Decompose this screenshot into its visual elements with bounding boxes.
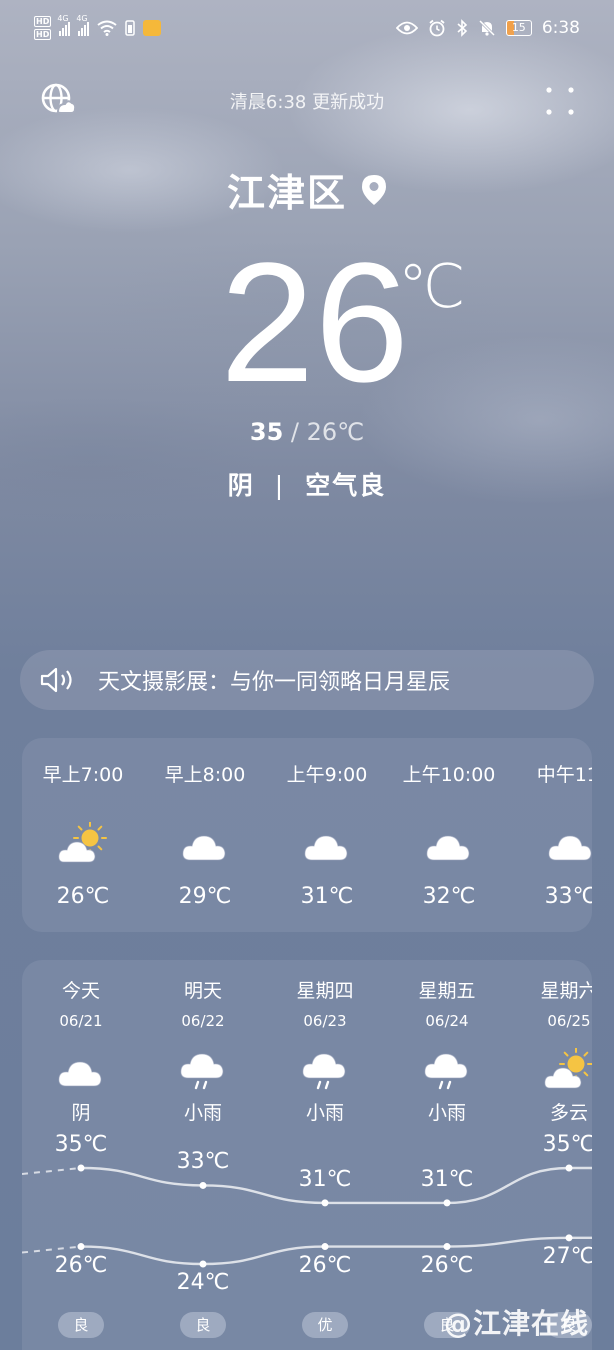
signal-icon-1: 4G [57, 14, 71, 36]
mute-bell-icon [478, 19, 495, 37]
high-temp-label: 31℃ [420, 1166, 474, 1192]
battery-icon: 15 [505, 20, 532, 36]
hourly-time: 上午10:00 [402, 764, 496, 786]
status-right: 15 6:38 [395, 18, 580, 38]
aqi-badge: 优 [302, 1312, 348, 1338]
hd-badge-2: HD [34, 29, 52, 40]
cloud-icon [424, 822, 474, 866]
hourly-item: 上午9:00 31℃ [266, 738, 388, 932]
high-temp-label: 35℃ [54, 1132, 108, 1157]
city-selector[interactable]: 江津区 [0, 162, 614, 217]
day-condition: 小雨 [305, 1102, 344, 1124]
temperature-unit: ℃ [398, 252, 466, 322]
low-temp-label: 27℃ [542, 1243, 592, 1269]
sim-icon [125, 20, 136, 36]
hourly-temp: 32℃ [422, 884, 476, 909]
network-type-1: 4G [57, 14, 69, 23]
update-status-text: 清晨6:38 更新成功 [229, 92, 385, 113]
notice-banner[interactable]: 天文摄影展：与你一同领略日月星辰 [20, 650, 594, 710]
low-temp-label: 26℃ [420, 1252, 474, 1278]
hourly-item: 早上8:00 29℃ [144, 738, 266, 932]
partly-sunny-icon [58, 821, 108, 866]
current-temperature: 26 [220, 228, 410, 418]
mail-notification-icon [143, 20, 162, 36]
day-date: 06/24 [425, 1012, 469, 1030]
condition-row: 阴 | 空气良 [0, 466, 614, 502]
clock: 6:38 [541, 18, 580, 38]
air-quality[interactable]: 空气良 [305, 471, 386, 500]
aqi-badge: 良 [180, 1312, 226, 1338]
alarm-icon [429, 19, 445, 37]
hourly-temp: 31℃ [300, 884, 354, 909]
weather-condition: 阴 [227, 471, 255, 500]
hourly-item: 上午10:00 32℃ [388, 738, 510, 932]
hourly-time: 早上7:00 [42, 764, 124, 786]
range-separator: / [283, 418, 307, 446]
notice-text: 天文摄影展：与你一同领略日月星辰 [98, 670, 451, 695]
day-label: 今天 [61, 980, 100, 1002]
city-name: 江津区 [226, 171, 347, 215]
day-date: 06/22 [181, 1012, 225, 1030]
day-date: 06/21 [59, 1012, 103, 1030]
hourly-temp: 29℃ [178, 884, 232, 909]
low-temp-label: 24℃ [176, 1270, 230, 1295]
high-temperature: 35 [249, 418, 284, 446]
hd-badge-1: HD [34, 16, 52, 27]
light-rain-icon [422, 1048, 472, 1092]
hourly-temp: 26℃ [56, 884, 110, 909]
hourly-temp: 33℃ [544, 884, 592, 909]
low-temperature: 26℃ [306, 418, 365, 446]
day-label: 星期四 [296, 980, 354, 1002]
high-temp-label: 31℃ [298, 1166, 352, 1192]
day-label: 明天 [183, 980, 222, 1002]
day-label: 星期六 [540, 980, 592, 1002]
cloud-icon [180, 822, 230, 866]
partly-sunny-icon [544, 1047, 592, 1092]
signal-icon-2: 4G [76, 14, 90, 36]
day-label: 星期五 [418, 980, 476, 1002]
status-left: HD HD 4G 4G [34, 14, 162, 40]
cloud-icon [546, 822, 592, 866]
bluetooth-icon [457, 19, 467, 37]
condition-separator: | [274, 471, 286, 500]
day-condition: 阴 [71, 1102, 91, 1124]
day-condition: 小雨 [183, 1102, 222, 1124]
hd-badges: HD HD [34, 16, 52, 40]
location-pin-icon [362, 174, 386, 205]
hourly-item: 早上7:00 26℃ [22, 738, 144, 932]
day-date: 06/25 [547, 1012, 591, 1030]
eye-icon [395, 21, 418, 35]
wifi-icon [97, 20, 117, 36]
watermark: @江津在线 [444, 1307, 590, 1340]
aqi-badge: 良 [58, 1312, 104, 1338]
daily-item: 星期四 06/23 小雨 [264, 960, 386, 1350]
cloud-icon [56, 1048, 106, 1092]
day-condition: 小雨 [427, 1102, 466, 1124]
low-temp-label: 26℃ [54, 1252, 108, 1278]
day-date: 06/23 [303, 1012, 347, 1030]
hourly-time: 中午11: [536, 764, 592, 786]
hourly-item: 中午11: 33℃ [510, 738, 592, 932]
low-temp-label: 26℃ [298, 1252, 352, 1278]
daily-forecast-card[interactable]: 今天 06/21 阴 明天 06/22 小雨 星期四 06/23 小雨 星期五 06/24 小雨 星期六… [22, 960, 592, 1350]
hourly-time: 早上8:00 [164, 764, 246, 786]
network-type-2: 4G [76, 14, 88, 23]
high-temp-label: 33℃ [176, 1149, 230, 1175]
hourly-time: 上午9:00 [286, 764, 368, 786]
hourly-forecast-card[interactable]: 早上7:00 26℃ 早上8:00 29℃ 上午9:00 31℃ 上午10:00 32℃ 中午1… [22, 738, 592, 932]
light-rain-icon [178, 1048, 228, 1092]
status-bar: HD HD 4G 4G 15 6:38 [0, 0, 614, 60]
speaker-icon [40, 667, 72, 693]
daily-item: 星期五 06/24 小雨 [386, 960, 508, 1350]
light-rain-icon [300, 1048, 350, 1092]
more-options-icon[interactable] [545, 86, 575, 116]
temperature-range: 35 / 26℃ [0, 418, 614, 446]
high-temp-label: 35℃ [542, 1132, 592, 1157]
cloud-icon [302, 822, 352, 866]
day-condition: 多云 [549, 1102, 588, 1124]
